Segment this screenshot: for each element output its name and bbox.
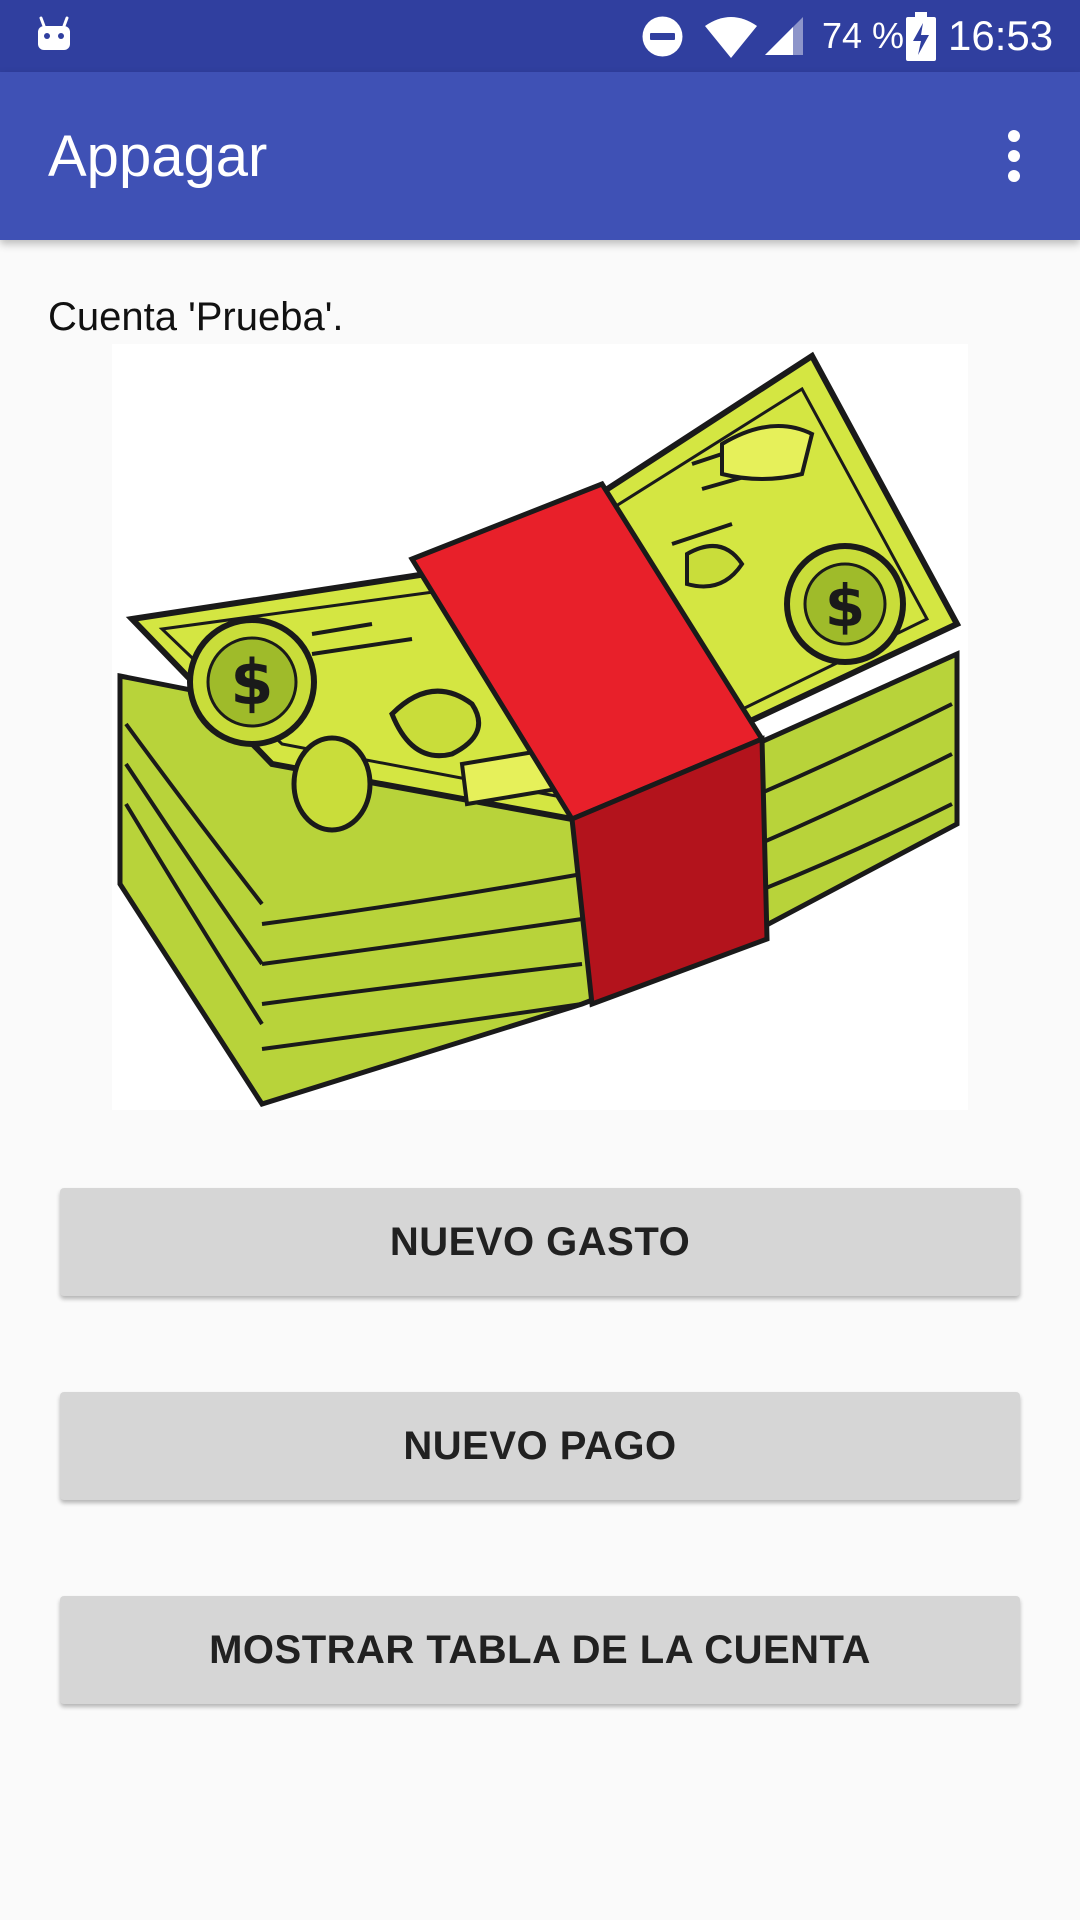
wifi-icon [705, 17, 757, 58]
money-stack-image: $ $ [112, 344, 968, 1110]
svg-text:$: $ [825, 572, 865, 640]
battery-charging-icon [906, 12, 936, 61]
account-label: Cuenta 'Prueba'. [48, 295, 344, 339]
more-vert-icon[interactable] [990, 128, 1038, 184]
status-clock: 16:53 [948, 12, 1054, 59]
new-expense-button[interactable]: NUEVO GASTO [60, 1188, 1020, 1296]
app-title: Appagar [48, 124, 268, 189]
cell-signal-icon [765, 17, 803, 55]
money-stack-illustration: $ $ [117, 351, 962, 1107]
app-bar: Appagar [0, 72, 1080, 240]
svg-text:$: $ [230, 646, 273, 719]
new-payment-button[interactable]: NUEVO PAGO [60, 1392, 1020, 1500]
show-account-table-button[interactable]: MOSTRAR TABLA DE LA CUENTA [60, 1596, 1020, 1704]
android-notification-icon [38, 16, 70, 50]
battery-percentage: 74 % [822, 15, 905, 56]
do-not-disturb-icon [642, 16, 683, 57]
status-bar: 74 % 16:53 [0, 0, 1080, 72]
